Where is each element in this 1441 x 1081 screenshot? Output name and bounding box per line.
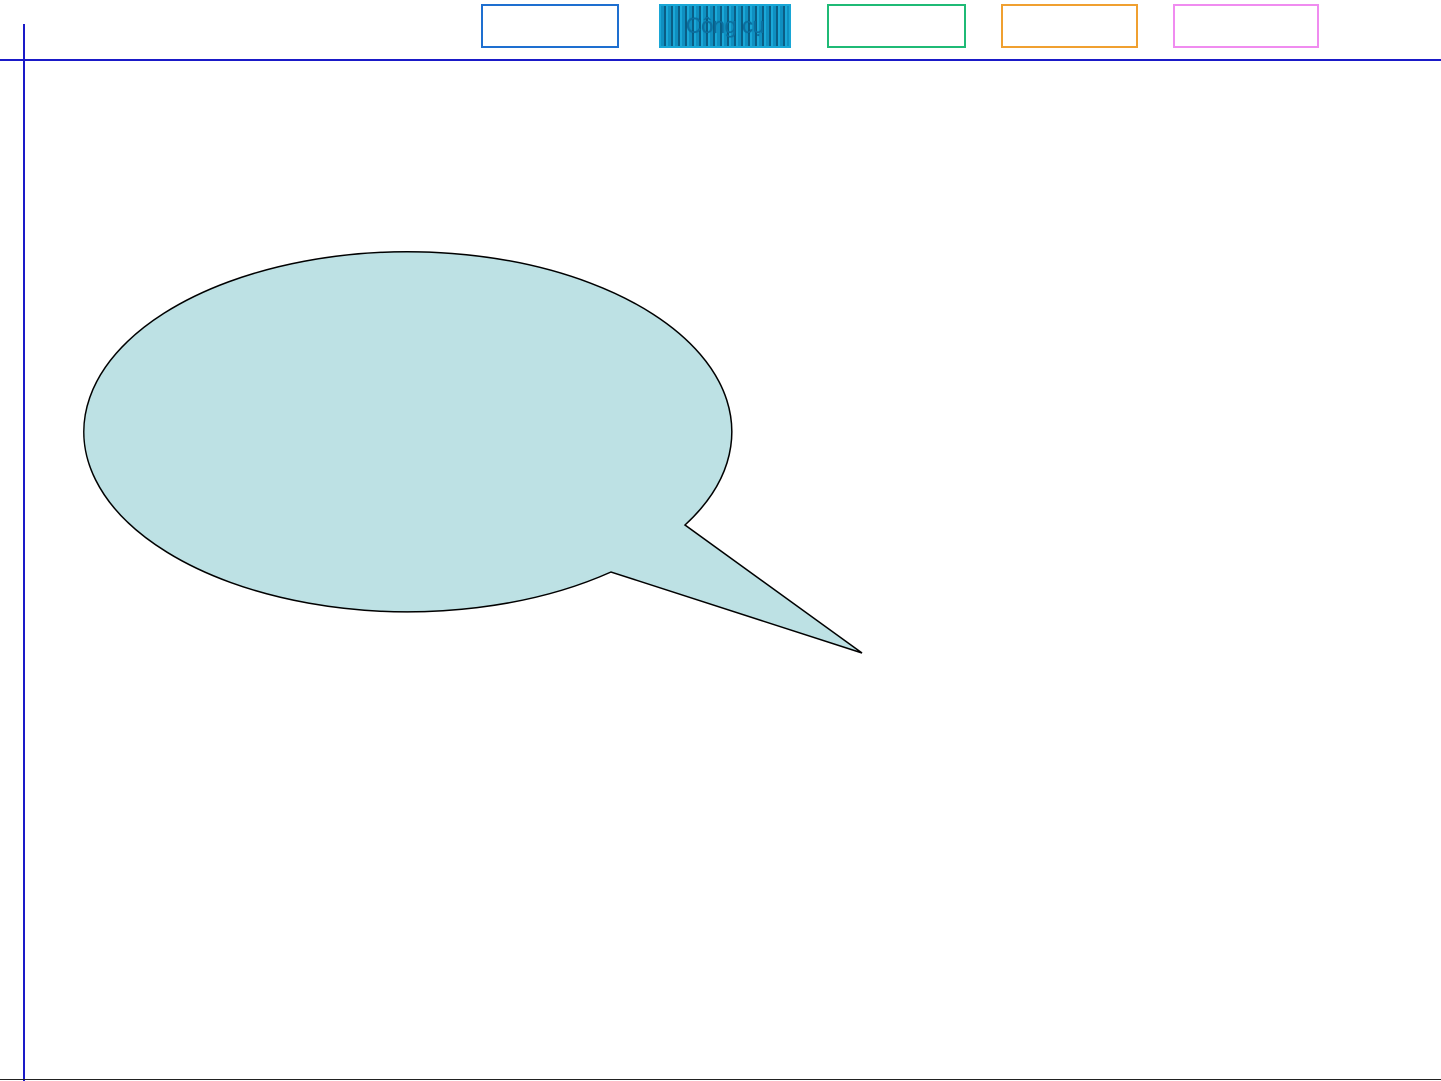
slide-canvas: Công cụ <box>0 0 1441 1081</box>
speech-bubble-shape[interactable] <box>83 251 863 654</box>
speech-bubble-callout[interactable] <box>0 0 1441 1081</box>
